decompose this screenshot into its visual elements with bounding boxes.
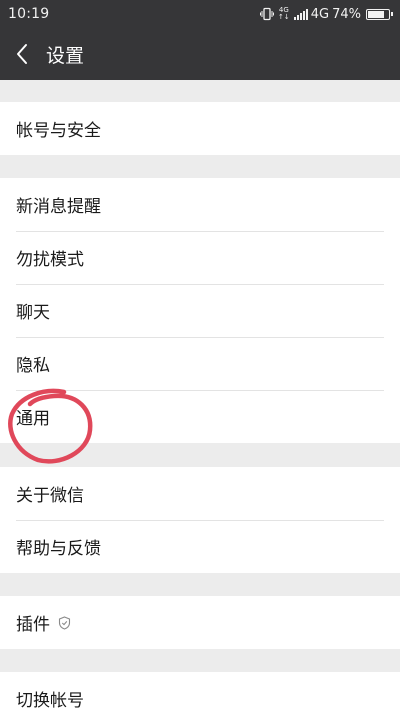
back-button[interactable] — [0, 28, 44, 80]
settings-item-label: 隐私 — [16, 356, 50, 376]
settings-group-main: 新消息提醒 勿扰模式 聊天 隐私 通用 — [0, 178, 400, 443]
battery-icon — [366, 8, 393, 20]
settings-item-label: 切换帐号 — [16, 691, 84, 711]
settings-group-account: 帐号与安全 — [0, 102, 400, 155]
settings-group-about: 关于微信 帮助与反馈 — [0, 467, 400, 573]
settings-item-plugins[interactable]: 插件 — [0, 596, 400, 649]
battery-fill — [368, 10, 385, 18]
settings-item-notifications[interactable]: 新消息提醒 — [0, 178, 400, 231]
battery-percent: 74% — [332, 6, 361, 22]
settings-item-label: 帮助与反馈 — [16, 539, 101, 559]
nav-bar: 设置 — [0, 28, 400, 80]
chevron-left-icon — [17, 44, 27, 64]
settings-item-label: 勿扰模式 — [16, 250, 84, 270]
settings-item-label: 帐号与安全 — [16, 121, 101, 141]
vibrate-icon — [260, 7, 274, 21]
settings-item-label: 关于微信 — [16, 486, 84, 506]
settings-item-help-feedback[interactable]: 帮助与反馈 — [0, 520, 400, 573]
settings-item-label: 新消息提醒 — [16, 197, 101, 217]
shield-icon — [58, 615, 71, 630]
settings-item-account-security[interactable]: 帐号与安全 — [0, 102, 400, 155]
status-indicators: 4G ↑↓ 4G 74% — [260, 6, 393, 22]
page-title: 设置 — [46, 44, 85, 67]
net-arrows: ↑↓ — [278, 13, 290, 21]
settings-group-plugins: 插件 — [0, 596, 400, 649]
network-type: 4G — [310, 6, 330, 22]
settings-item-privacy[interactable]: 隐私 — [0, 337, 400, 390]
settings-group-switch: 切换帐号 — [0, 672, 400, 725]
status-time: 10:19 — [8, 6, 50, 22]
settings-item-label: 聊天 — [16, 303, 50, 323]
settings-item-chat[interactable]: 聊天 — [0, 284, 400, 337]
settings-item-general[interactable]: 通用 — [0, 390, 400, 443]
settings-item-label: 通用 — [16, 409, 50, 429]
network-activity: 4G ↑↓ — [278, 7, 290, 21]
status-bar: 10:19 4G ↑↓ 4G 74% — [0, 0, 400, 28]
signal-icon — [293, 8, 308, 20]
settings-item-switch-account[interactable]: 切换帐号 — [0, 672, 400, 725]
settings-item-do-not-disturb[interactable]: 勿扰模式 — [0, 231, 400, 284]
settings-item-about-wechat[interactable]: 关于微信 — [0, 467, 400, 520]
settings-item-label: 插件 — [16, 615, 50, 635]
